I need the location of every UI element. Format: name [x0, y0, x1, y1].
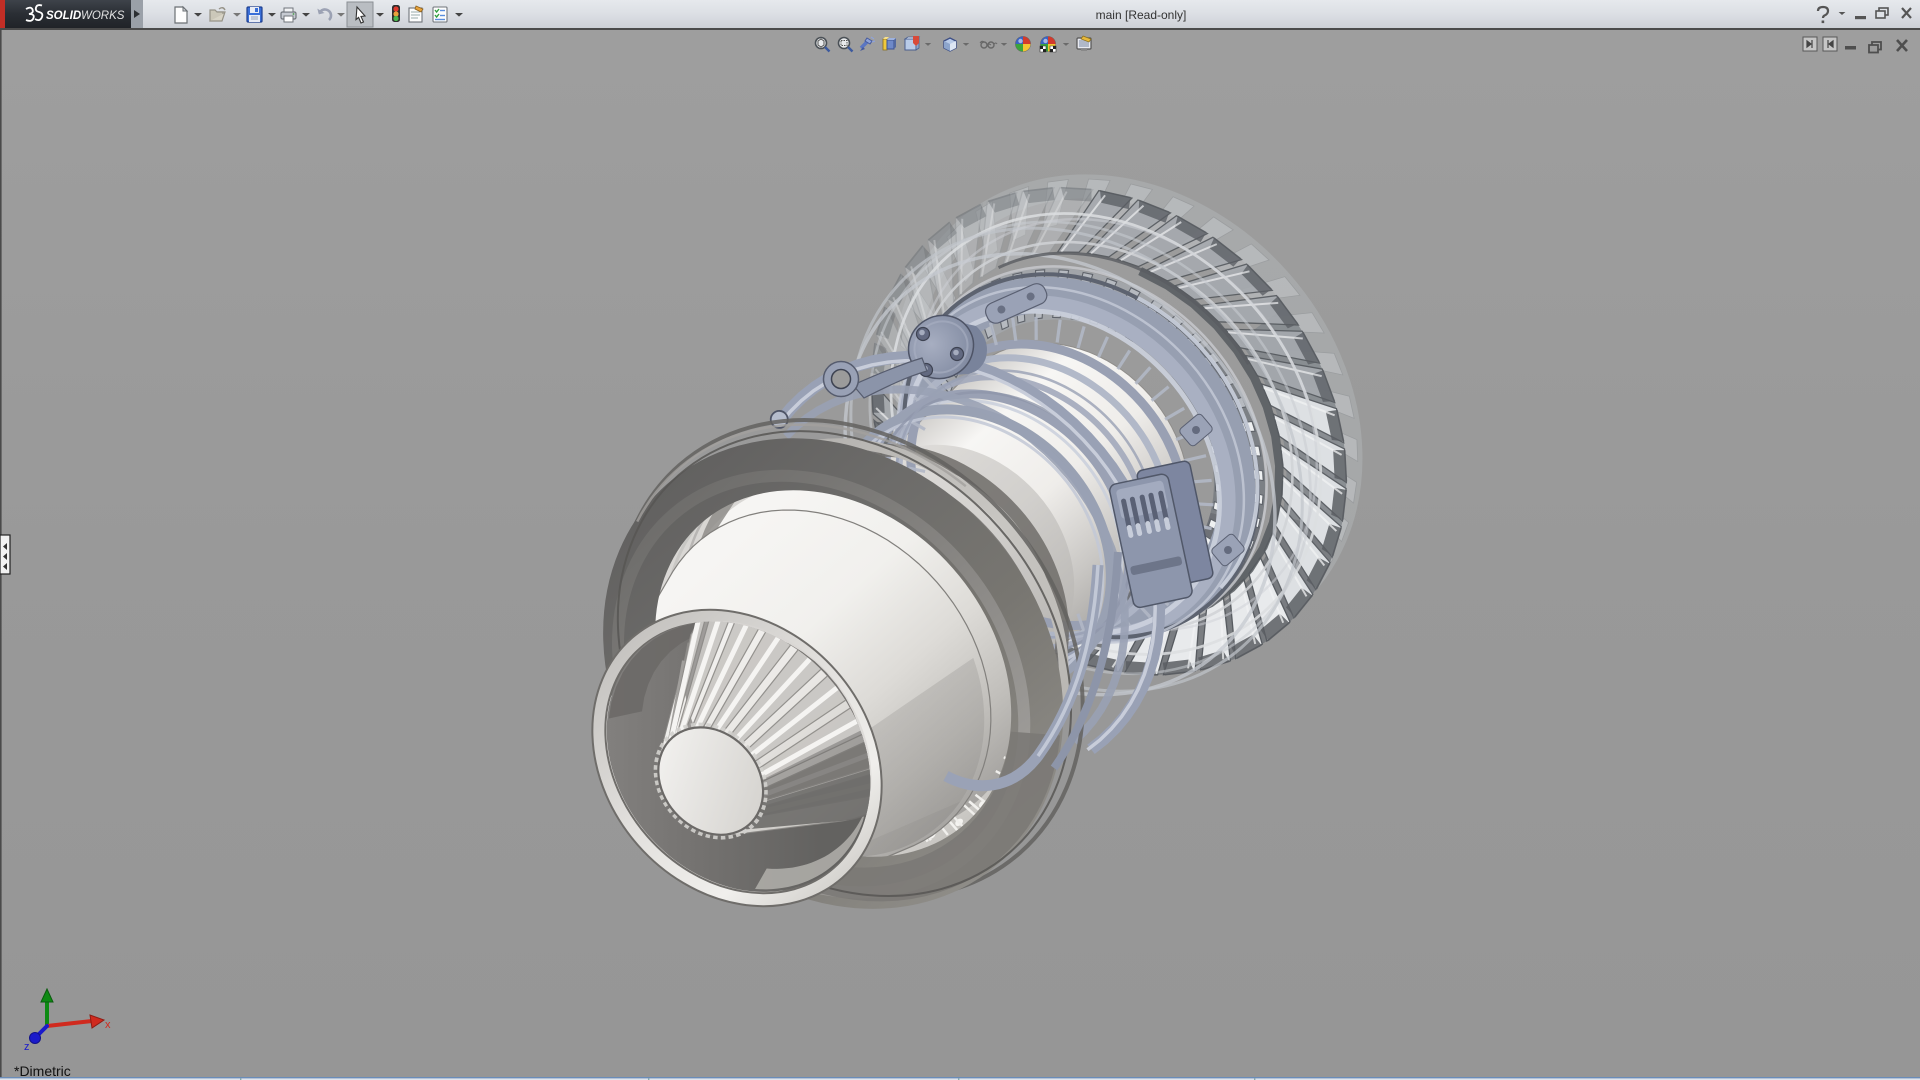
svg-text:WORKS: WORKS	[81, 10, 125, 22]
svg-text:x: x	[105, 1019, 111, 1031]
svg-text:z: z	[24, 1041, 30, 1053]
svg-text:SOLID: SOLID	[46, 10, 81, 22]
svg-text:*Dimetric: *Dimetric	[14, 1063, 71, 1079]
svg-text:main [Read-only]: main [Read-only]	[1096, 8, 1187, 22]
